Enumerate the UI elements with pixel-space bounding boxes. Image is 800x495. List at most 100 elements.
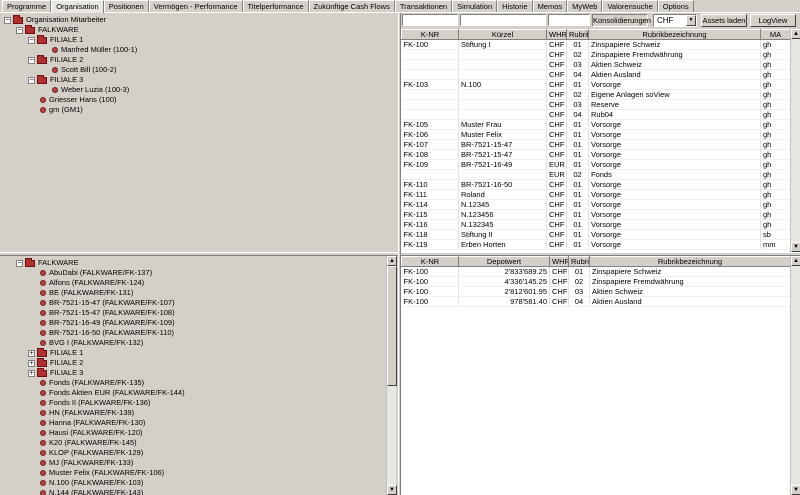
scroll-track[interactable]: [791, 39, 800, 242]
tree-node-portfolio[interactable]: N.100 (FALKWARE/FK-103): [40, 478, 143, 488]
table-row[interactable]: FK-115 N.123456 CHF 01 Vorsorge gh: [401, 209, 791, 220]
column-header[interactable]: Rubrik: [566, 29, 589, 40]
tab-zuk-nftige-cash-flows[interactable]: Zukünftige Cash Flows: [308, 0, 395, 12]
tree-node-portfolio[interactable]: AbuDabi (FALKWARE/FK-137): [40, 268, 152, 278]
collapse-icon[interactable]: −: [28, 36, 35, 44]
collapse-icon[interactable]: −: [16, 259, 23, 267]
tree-node-portfolio[interactable]: BVG I (FALKWARE/FK-132): [40, 338, 143, 348]
table-row[interactable]: FK-100 4'336'145.25 CHF 02 Zinspapiere Fremd…: [401, 276, 791, 287]
table-row[interactable]: FK-114 N.12345 CHF 01 Vorsorge gh: [401, 199, 791, 210]
expand-icon[interactable]: +: [28, 349, 35, 357]
tree-node-portfolio[interactable]: Hanna (FALKWARE/FK-130): [40, 418, 145, 428]
tree-node-portfolio[interactable]: BR-7521-15-47 (FALKWARE/FK-108): [40, 308, 175, 318]
table-row[interactable]: FK-100 2'833'689.25 CHF 01 Zinspapiere Schwe…: [401, 266, 791, 277]
table-row[interactable]: FK-109 BR-7521-16-49 EUR 01 Vorsorge gh: [401, 159, 791, 170]
table-row[interactable]: FK-105 Muster Frau CHF 01 Vorsorge gh: [401, 119, 791, 130]
collapse-icon[interactable]: −: [16, 26, 23, 34]
scroll-up-icon[interactable]: ▲: [791, 256, 800, 266]
tab-organisation[interactable]: Organisation: [51, 0, 104, 13]
column-header[interactable]: Rubrikbezeichnung: [589, 256, 791, 267]
tree-node-filiale1[interactable]: − FILIALE 1: [28, 34, 83, 45]
table-row[interactable]: CHF 03 Reserve gh: [401, 99, 791, 110]
logview-button[interactable]: LogView: [750, 14, 796, 27]
tab-memos[interactable]: Memos: [532, 0, 568, 12]
assets-laden-button[interactable]: Assets laden: [701, 14, 747, 27]
tree-node-portfolio[interactable]: HN (FALKWARE/FK-139): [40, 408, 134, 418]
tab-valorensuche[interactable]: Valorensuche: [602, 0, 658, 12]
scroll-down-icon[interactable]: ▼: [791, 242, 800, 252]
column-header[interactable]: K-NR: [401, 256, 459, 267]
scroll-up-icon[interactable]: ▲: [791, 29, 800, 39]
tree-node-portfolio[interactable]: Fonds II (FALKWARE/FK-136): [40, 398, 150, 408]
filter-field-2[interactable]: [460, 14, 546, 26]
tab-titelperformance[interactable]: Titelperformance: [242, 0, 309, 12]
filter-field-1[interactable]: [402, 14, 458, 26]
tab-simulation[interactable]: Simulation: [452, 0, 498, 12]
tab-positionen[interactable]: Positionen: [103, 0, 149, 12]
currency-select[interactable]: CHF ▼: [653, 14, 697, 27]
tree-node-portfolio[interactable]: BR-7521-15-47 (FALKWARE/FK-107): [40, 298, 175, 308]
tree-node-weber[interactable]: Weber Luzia (100-3): [52, 85, 129, 95]
tree-node-portfolio[interactable]: BE (FALKWARE/FK-131): [40, 288, 133, 298]
scroll-track[interactable]: [791, 266, 800, 485]
column-header[interactable]: WHR: [549, 256, 569, 267]
table-row[interactable]: FK-107 BR-7521-15-47 CHF 01 Vorsorge gh: [401, 139, 791, 150]
column-header[interactable]: Kürzel: [458, 29, 547, 40]
table-row[interactable]: CHF 02 Eigene Anlagen soView gh: [401, 89, 791, 100]
expand-icon[interactable]: +: [28, 359, 35, 367]
tree-node-mueller[interactable]: Manfred Müller (100-1): [52, 45, 137, 55]
table-row[interactable]: FK-106 Muster Felix CHF 01 Vorsorge gh: [401, 129, 791, 140]
tree-node-bill[interactable]: Scott Bill (100-2): [52, 65, 116, 75]
table-row[interactable]: FK-100 2'812'601.95 CHF 03 Aktien Schweiz: [401, 286, 791, 297]
table-row[interactable]: FK-103 N.100 CHF 01 Vorsorge gh: [401, 79, 791, 90]
column-header[interactable]: Rubrik: [568, 256, 590, 267]
tree-node-filiale[interactable]: + FILIALE 1: [28, 347, 83, 358]
scroll-thumb[interactable]: [387, 266, 397, 386]
column-header[interactable]: WHR: [546, 29, 567, 40]
column-header[interactable]: Rubrikbezeichnung: [588, 29, 761, 40]
table-row[interactable]: FK-116 N.132345 CHF 01 Vorsorge gh: [401, 219, 791, 230]
tree-node-portfolio[interactable]: K20 (FALKWARE/FK-145): [40, 438, 137, 448]
tree-node-portfolio[interactable]: Hausi (FALKWARE/FK-120): [40, 428, 143, 438]
table-row[interactable]: FK-110 BR-7521-16-50 CHF 01 Vorsorge gh: [401, 179, 791, 190]
scroll-down-icon[interactable]: ▼: [791, 485, 800, 495]
table-row[interactable]: CHF 04 Aktien Ausland gh: [401, 69, 791, 80]
table-row[interactable]: EUR 02 Fonds gh: [401, 169, 791, 180]
tree-node-falkware[interactable]: − FALKWARE: [16, 24, 79, 35]
table-row[interactable]: CHF 03 Aktien Schweiz gh: [401, 59, 791, 70]
column-header[interactable]: MA: [760, 29, 791, 40]
tab-verm-gen-performance[interactable]: Vermögen - Performance: [148, 0, 243, 12]
filter-field-3[interactable]: [548, 14, 590, 26]
grid-scrollbar[interactable]: ▲ ▼: [790, 29, 800, 252]
tree-node-filiale[interactable]: + FILIALE 3: [28, 367, 83, 378]
tree-node-portfolio[interactable]: Fonds (FALKWARE/FK-135): [40, 378, 144, 388]
tree-node-filiale2[interactable]: − FILIALE 2: [28, 54, 83, 65]
tree-node-falkware[interactable]: − FALKWARE: [16, 257, 79, 268]
tree-node-griesser[interactable]: Griesser Hans (100): [40, 95, 117, 105]
tab-transaktionen[interactable]: Transaktionen: [394, 0, 453, 12]
tree-node-portfolio[interactable]: MJ (FALKWARE/FK-133): [40, 458, 133, 468]
tree-node-filiale[interactable]: + FILIALE 2: [28, 357, 83, 368]
table-row[interactable]: FK-111 Roland CHF 01 Vorsorge gh: [401, 189, 791, 200]
tree-root-org[interactable]: − Organisation Mitarbeiter: [4, 14, 106, 25]
tree-scrollbar[interactable]: ▲ ▼: [386, 256, 397, 495]
tab-options[interactable]: Options: [657, 0, 694, 12]
tab-historie[interactable]: Historie: [497, 0, 533, 12]
column-header[interactable]: Depotwert: [458, 256, 550, 267]
table-row[interactable]: CHF 02 Zinspapiere Fremdwährung gh: [401, 49, 791, 60]
table-row[interactable]: FK-118 Stiftung II CHF 01 Vorsorge sb: [401, 229, 791, 240]
tree-node-portfolio[interactable]: Alfons (FALKWARE/FK-124): [40, 278, 144, 288]
column-header[interactable]: K-NR: [401, 29, 459, 40]
chevron-down-icon[interactable]: ▼: [686, 15, 696, 26]
expand-icon[interactable]: +: [28, 369, 35, 377]
tree-node-portfolio[interactable]: N.144 (FALKWARE/FK-143): [40, 488, 143, 495]
tree-node-portfolio[interactable]: BR-7521-16-50 (FALKWARE/FK-110): [40, 328, 174, 338]
tree-node-portfolio[interactable]: Muster Felix (FALKWARE/FK-106): [40, 468, 164, 478]
tree-node-portfolio[interactable]: KLOP (FALKWARE/FK-129): [40, 448, 143, 458]
tree-node-filiale3[interactable]: − FILIALE 3: [28, 74, 83, 85]
table-row[interactable]: FK-108 BR-7521-15-47 CHF 01 Vorsorge gh: [401, 149, 791, 160]
table-row[interactable]: FK-100 978'581.40 CHF 04 Aktien Ausland: [401, 296, 791, 307]
tree-node-portfolio[interactable]: Fonds Aktien EUR (FALKWARE/FK-144): [40, 388, 185, 398]
grid-scrollbar[interactable]: ▲ ▼: [790, 256, 800, 495]
tab-programme[interactable]: Programme: [2, 0, 52, 12]
